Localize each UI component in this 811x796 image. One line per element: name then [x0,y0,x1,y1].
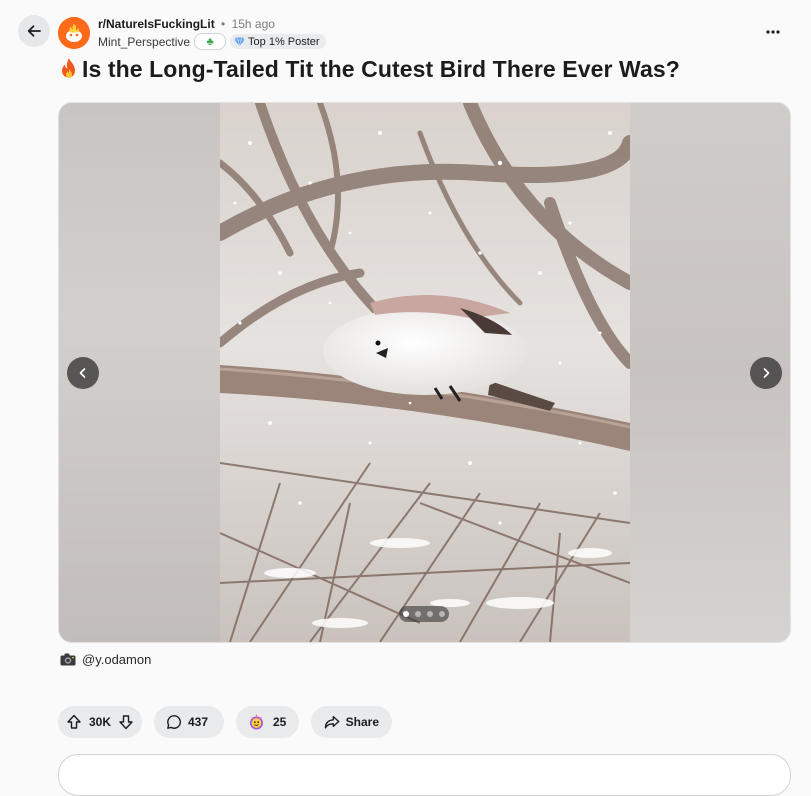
chevron-left-icon [79,368,86,378]
upvote-icon[interactable] [66,714,82,730]
post-title: Is the Long-Tailed Tit the Cutest Bird T… [58,56,680,83]
post-title-text: Is the Long-Tailed Tit the Cutest Bird T… [82,56,680,82]
flair-top-label: Top 1% Poster [248,35,320,48]
clover-icon: ♣ [206,35,214,48]
subreddit-avatar[interactable] [58,17,90,49]
more-options-icon [766,30,780,34]
share-label: Share [345,715,379,729]
award-count: 25 [273,715,287,729]
more-options-button[interactable] [760,24,786,40]
share-icon [324,715,340,729]
diamond-icon [234,37,245,47]
comment-count: 437 [188,715,209,729]
gallery-dot-1[interactable] [403,611,409,617]
vote-control: 30K [58,706,142,738]
meta-separator: • [221,17,226,31]
author-link[interactable]: Mint_Perspective [98,35,190,49]
comment-icon [167,715,182,729]
back-button[interactable] [18,15,50,47]
award-button[interactable]: 25 [236,706,299,738]
downvote-icon[interactable] [118,714,134,730]
gallery-pagination [399,606,449,622]
subreddit-link[interactable]: r/NatureIsFuckingLit [98,17,215,31]
photo-credit-text: @y.odamon [82,652,152,667]
gallery-dot-2[interactable] [415,611,421,617]
post-meta-line: r/NatureIsFuckingLit • 15h ago [98,17,275,31]
share-button[interactable]: Share [311,706,392,738]
gallery-dot-3[interactable] [427,611,433,617]
post-age: 15h ago [231,17,275,31]
user-flair-clover: ♣ [194,33,227,50]
user-flair-top-poster: Top 1% Poster [230,34,326,49]
award-icon [250,713,263,729]
author-line: Mint_Perspective ♣ Top 1% Poster [98,33,326,50]
gallery-dot-4[interactable] [439,611,445,617]
bird-photo[interactable] [220,103,630,642]
camera-icon [60,653,76,666]
comments-button[interactable]: 437 [154,706,224,738]
gallery-next-button[interactable] [750,357,782,389]
back-arrow-icon [27,25,41,37]
add-comment-box[interactable] [58,754,791,796]
vote-count: 30K [88,715,111,729]
subreddit-avatar-icon [58,17,90,49]
fire-icon [58,57,80,83]
image-gallery[interactable] [58,102,791,643]
photo-credit: @y.odamon [60,652,151,667]
chevron-right-icon [763,368,770,378]
gallery-prev-button[interactable] [67,357,99,389]
